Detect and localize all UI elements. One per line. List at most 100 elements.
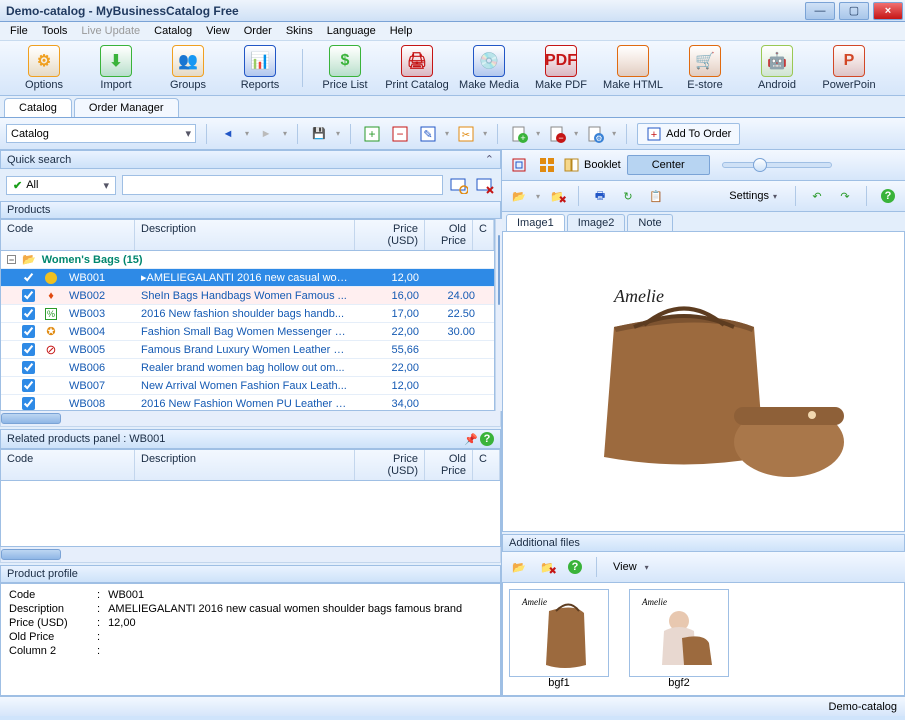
svg-text:Amelie: Amelie: [613, 286, 664, 306]
close-button[interactable]: ×: [873, 2, 903, 20]
menu-skins[interactable]: Skins: [286, 25, 313, 37]
toolbar-reports[interactable]: 📊Reports: [224, 45, 296, 91]
pin-icon[interactable]: 📌: [464, 433, 478, 446]
tab-catalog[interactable]: Catalog: [4, 98, 72, 117]
row-price: 22,00: [355, 326, 425, 338]
toolbar-import[interactable]: ⬇Import: [80, 45, 152, 91]
toolbar-options[interactable]: ⚙Options: [8, 45, 80, 91]
rotate-left-icon[interactable]: ↶: [806, 185, 828, 207]
help-icon[interactable]: ?: [564, 556, 586, 578]
menu-live-update[interactable]: Live Update: [81, 25, 140, 37]
minimize-button[interactable]: —: [805, 2, 835, 20]
row-checkbox[interactable]: [22, 307, 35, 320]
rotate-right-icon[interactable]: ↷: [834, 185, 856, 207]
page-new-icon[interactable]: +: [508, 123, 530, 145]
product-row[interactable]: WB008 2016 New Fashion Women PU Leather …: [1, 394, 494, 411]
save-icon[interactable]: 💾: [308, 123, 330, 145]
toolbar-make-pdf[interactable]: PDFMake PDF: [525, 45, 597, 91]
table-edit-icon[interactable]: ✎: [417, 123, 439, 145]
row-code: WB008: [63, 398, 135, 410]
folder-delete-icon[interactable]: 📁✖: [536, 556, 558, 578]
view-button[interactable]: View ▾: [607, 561, 655, 573]
products-hscroll[interactable]: [0, 411, 501, 427]
toolbar-price-list[interactable]: $Price List: [309, 45, 381, 91]
menu-catalog[interactable]: Catalog: [154, 25, 192, 37]
settings-button[interactable]: Settings ▾: [721, 188, 785, 204]
preview-tools: 📂 ▾ 📁✖ 🖶 ↻ 📋 Settings ▾ ↶ ↷ ?: [502, 181, 905, 212]
row-checkbox[interactable]: [22, 271, 35, 284]
quick-search-input[interactable]: [122, 175, 443, 195]
layout-icon[interactable]: [536, 154, 558, 176]
add-to-order-button[interactable]: + Add To Order: [637, 123, 740, 145]
toolbar-make-media[interactable]: 💿Make Media: [453, 45, 525, 91]
table-cut-icon[interactable]: ✂: [455, 123, 477, 145]
product-row[interactable]: WB001 ▸AMELIEGALANTI 2016 new casual wom…: [1, 268, 494, 286]
maximize-button[interactable]: ▢: [839, 2, 869, 20]
toolbar-groups[interactable]: 👥Groups: [152, 45, 224, 91]
page-delete-icon[interactable]: −: [546, 123, 568, 145]
products-vscroll[interactable]: [495, 219, 502, 411]
tab-order-manager[interactable]: Order Manager: [74, 98, 179, 117]
scanner-icon[interactable]: 🖶: [589, 185, 611, 207]
product-row[interactable]: ✪ WB004 Fashion Small Bag Women Messenge…: [1, 322, 494, 340]
status-text: Demo-catalog: [829, 701, 897, 713]
product-row[interactable]: ⊘ WB005 Famous Brand Luxury Women Leathe…: [1, 340, 494, 358]
table-delete-icon[interactable]: −: [389, 123, 411, 145]
thumbnail[interactable]: Amelie bgf1: [509, 589, 609, 689]
collapse-icon[interactable]: ⌃: [485, 153, 494, 166]
quick-search-filter[interactable]: ✔ All: [6, 176, 116, 195]
folder-open-icon[interactable]: 📂: [508, 185, 530, 207]
table-new-icon[interactable]: +: [361, 123, 383, 145]
toolbar-powerpoin[interactable]: PPowerPoin: [813, 45, 885, 91]
row-checkbox[interactable]: [22, 289, 35, 302]
related-table-body: [0, 481, 501, 547]
search-image-icon[interactable]: [449, 175, 469, 195]
main-tabs: Catalog Order Manager: [0, 96, 905, 118]
refresh-icon[interactable]: ↻: [617, 185, 639, 207]
clipboard-paste-icon[interactable]: 📋: [645, 185, 667, 207]
image-tab-note[interactable]: Note: [627, 214, 672, 231]
zoom-slider[interactable]: [722, 162, 832, 168]
help-icon[interactable]: ?: [480, 432, 494, 446]
svg-text:✎: ✎: [423, 129, 432, 141]
profile-row: Code:WB001: [9, 588, 492, 602]
product-row[interactable]: % WB003 2016 New fashion shoulder bags h…: [1, 304, 494, 322]
menu-view[interactable]: View: [206, 25, 230, 37]
folder-delete-icon[interactable]: 📁✖: [546, 185, 568, 207]
center-button[interactable]: Center: [627, 155, 710, 175]
product-row[interactable]: WB006 Realer brand women bag hollow out …: [1, 358, 494, 376]
menu-tools[interactable]: Tools: [42, 25, 68, 37]
product-row[interactable]: WB007 New Arrival Women Fashion Faux Lea…: [1, 376, 494, 394]
catalog-selector[interactable]: Catalog: [6, 124, 196, 143]
folder-open-icon[interactable]: 📂: [508, 556, 530, 578]
toolbar-e-store[interactable]: 🛒E-store: [669, 45, 741, 91]
profile-header: Product profile: [0, 565, 501, 583]
zoom-fit-icon[interactable]: [508, 154, 530, 176]
toolbar-android[interactable]: 🤖Android: [741, 45, 813, 91]
row-desc: SheIn Bags Handbags Women Famous ...: [135, 290, 355, 302]
toolbar-make-html[interactable]: Make HTML: [597, 45, 669, 91]
image-tab-1[interactable]: Image1: [506, 214, 565, 231]
back-button[interactable]: ◄: [217, 123, 239, 145]
menu-file[interactable]: File: [10, 25, 28, 37]
row-checkbox[interactable]: [22, 343, 35, 356]
product-row[interactable]: ♦ WB002 SheIn Bags Handbags Women Famous…: [1, 286, 494, 304]
related-hscroll[interactable]: [0, 547, 501, 563]
row-code: WB006: [63, 362, 135, 374]
clear-search-icon[interactable]: [475, 175, 495, 195]
row-checkbox[interactable]: [22, 361, 35, 374]
help-icon[interactable]: ?: [877, 185, 899, 207]
booklet-button[interactable]: Booklet: [564, 158, 621, 172]
menu-order[interactable]: Order: [244, 25, 272, 37]
product-group-row[interactable]: − 📂 Women's Bags (15): [1, 251, 494, 268]
menu-language[interactable]: Language: [327, 25, 376, 37]
menu-help[interactable]: Help: [390, 25, 413, 37]
image-tab-2[interactable]: Image2: [567, 214, 626, 231]
row-checkbox[interactable]: [22, 379, 35, 392]
row-checkbox[interactable]: [22, 397, 35, 410]
thumbnail[interactable]: Amelie bgf2: [629, 589, 729, 689]
forward-button[interactable]: ►: [255, 123, 277, 145]
row-checkbox[interactable]: [22, 325, 35, 338]
page-settings-icon[interactable]: ⚙: [584, 123, 606, 145]
toolbar-print-catalog[interactable]: 🖨Print Catalog: [381, 45, 453, 91]
